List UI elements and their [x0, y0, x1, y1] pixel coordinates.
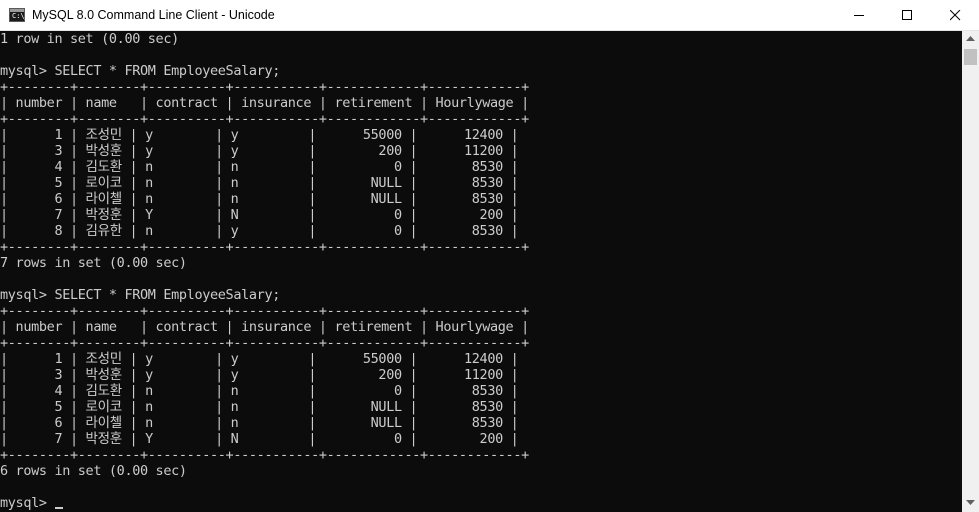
minimize-button[interactable]: [837, 0, 883, 31]
console-prompt-line: mysql>: [0, 495, 64, 511]
table-row-line: | 5 | 로이코 | n | n | NULL | 8530 |: [0, 175, 519, 191]
table-row-line: | 7 | 박정훈 | Y | N | 0 | 200 |: [0, 431, 519, 447]
scroll-up-arrow-icon: [966, 36, 975, 41]
table-border-line: +--------+--------+----------+----------…: [0, 79, 529, 95]
maximize-icon: [902, 10, 912, 20]
maximize-button[interactable]: [885, 0, 931, 31]
console-prompt-line: mysql> SELECT * FROM EmployeeSalary;: [0, 287, 280, 303]
scroll-up-button[interactable]: [962, 31, 979, 48]
table-row-line: | 8 | 김유한 | n | y | 0 | 8530 |: [0, 223, 519, 239]
text-cursor: [55, 507, 64, 509]
console-line: 7 rows in set (0.00 sec): [0, 255, 187, 271]
table-row-line: | number | name | contract | insurance |…: [0, 95, 529, 111]
console-prompt-line: mysql> SELECT * FROM EmployeeSalary;: [0, 63, 280, 79]
table-border-line: +--------+--------+----------+----------…: [0, 303, 529, 319]
table-border-line: +--------+--------+----------+----------…: [0, 111, 529, 127]
table-row-line: | 4 | 김도환 | n | n | 0 | 8530 |: [0, 383, 519, 399]
table-row-line: | 4 | 김도환 | n | n | 0 | 8530 |: [0, 159, 519, 175]
table-row-line: | 5 | 로이코 | n | n | NULL | 8530 |: [0, 399, 519, 415]
table-border-line: +--------+--------+----------+----------…: [0, 239, 529, 255]
table-row-line: | 1 | 조성민 | y | y | 55000 | 12400 |: [0, 351, 519, 367]
minimize-icon: [854, 15, 864, 16]
vertical-scrollbar[interactable]: [962, 31, 979, 512]
table-row-line: | 7 | 박정훈 | Y | N | 0 | 200 |: [0, 207, 519, 223]
icon-glyph: C:\_: [12, 12, 29, 20]
title-bar[interactable]: C:\_ MySQL 8.0 Command Line Client - Uni…: [0, 0, 979, 31]
table-row-line: | 6 | 라이첼 | n | n | NULL | 8530 |: [0, 191, 519, 207]
table-row-line: | 1 | 조성민 | y | y | 55000 | 12400 |: [0, 127, 519, 143]
cmd-app-icon[interactable]: C:\_: [9, 8, 29, 22]
table-row-line: | 6 | 라이첼 | n | n | NULL | 8530 |: [0, 415, 519, 431]
scroll-down-button[interactable]: [962, 495, 979, 512]
console-line: 6 rows in set (0.00 sec): [0, 463, 187, 479]
table-border-line: +--------+--------+----------+----------…: [0, 335, 529, 351]
table-row-line: | 3 | 박성훈 | y | y | 200 | 11200 |: [0, 143, 519, 159]
console-line: 1 row in set (0.00 sec): [0, 31, 179, 47]
table-border-line: +--------+--------+----------+----------…: [0, 447, 529, 463]
console-output[interactable]: 1 row in set (0.00 sec) mysql> SELECT * F…: [0, 31, 962, 512]
scroll-down-arrow-icon: [966, 500, 975, 505]
close-icon: [950, 10, 961, 21]
close-button[interactable]: [933, 0, 979, 31]
window-title: MySQL 8.0 Command Line Client - Unicode: [32, 8, 275, 22]
scrollbar-thumb[interactable]: [964, 49, 977, 65]
table-row-line: | 3 | 박성훈 | y | y | 200 | 11200 |: [0, 367, 519, 383]
table-row-line: | number | name | contract | insurance |…: [0, 319, 529, 335]
